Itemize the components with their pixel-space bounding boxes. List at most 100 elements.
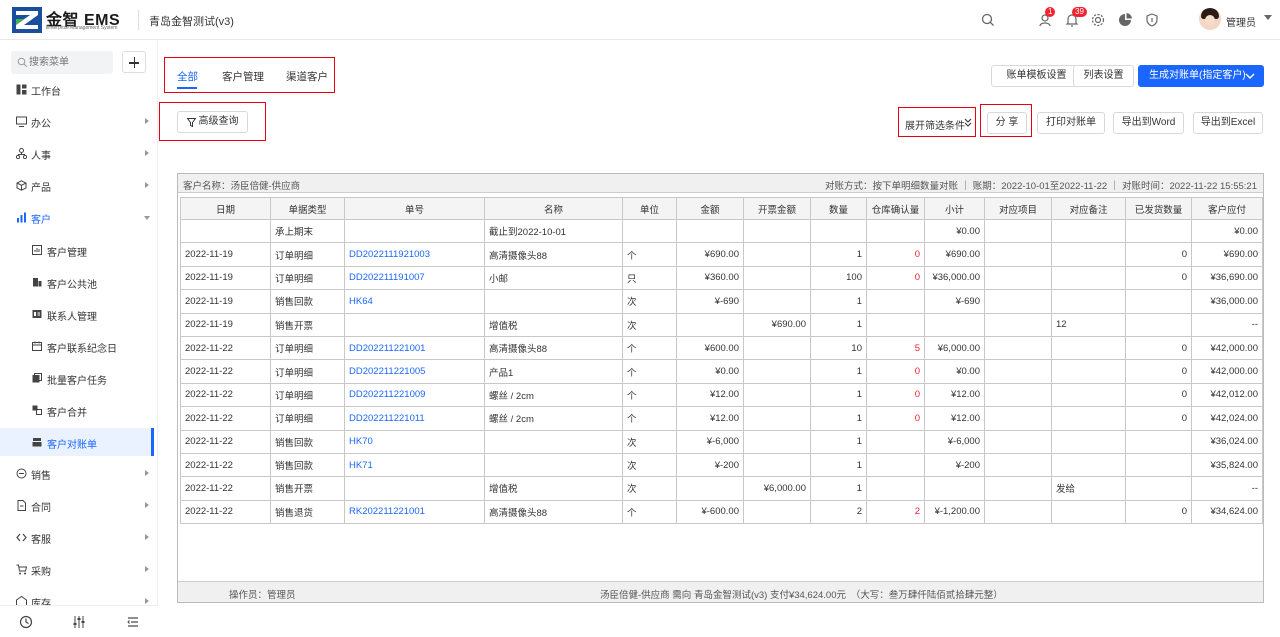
warehouse-icon [16,596,27,605]
order-number-link[interactable]: DD202211221005 [344,359,485,384]
template-settings-button[interactable]: 账单模板设置 [991,65,1082,87]
table-cell: 增值税 [484,476,623,501]
table-cell: ¥690.00 [743,312,811,337]
sidebar-item-label: 库存 [31,599,51,605]
sidebar-item-product[interactable]: 产品 [0,171,154,201]
table-body: 承上期末 截止到2022-10-01 ¥0.00 ¥0.00 2022-11-19 订单明… [180,218,1263,525]
table-cell: ¥690.00 [924,242,985,267]
list-settings-button[interactable]: 列表设置 [1073,65,1134,87]
merge-icon [32,405,42,415]
sidebar-item-sales[interactable]: 销售 [0,459,154,489]
search-icon [17,57,28,68]
add-menu-button[interactable] [122,51,146,73]
notifications-badge: 39 [1072,7,1087,17]
chevron-right-icon [145,598,149,604]
sidebar-item-service[interactable]: 客服 [0,523,154,553]
app-logo[interactable]: 金智 EMS Enterprise Management System [12,6,132,34]
table-cell [984,476,1052,501]
table-cell [866,312,925,337]
sidebar-item-office[interactable]: 办公 [0,107,154,137]
table-cell: 5 [866,335,925,361]
sidebar-item-contract[interactable]: 合同 [0,491,154,521]
sidebar-item-inventory[interactable]: 库存 [0,587,154,605]
table-cell [984,429,1052,454]
order-number-link[interactable]: HK71 [344,452,485,478]
sliders-icon[interactable] [72,615,86,629]
sidebar-subitem-contacts[interactable]: 联系人管理 [0,300,154,328]
table-cell [1051,499,1126,525]
table-cell: 个 [622,499,677,525]
sidebar-item-hr[interactable]: 人事 [0,139,154,169]
share-button[interactable]: 分 享 [987,112,1027,134]
table-cell: 0 [1125,382,1192,408]
order-number-link[interactable]: HK64 [344,289,485,314]
sidebar-item-label: 工作台 [31,87,61,98]
table-row: 2022-11-22 订单明细 DD202211221011 螺丝 / 2cm 个 ¥12… [180,406,1263,431]
sidebar-item-label: 办公 [31,119,51,130]
column-header: 单据类型 [270,197,345,220]
history-icon[interactable] [19,615,33,629]
collapse-menu-icon[interactable] [126,615,140,629]
sidebar-subitem-customer-pool[interactable]: 客户公共池 [0,268,154,296]
export-excel-button[interactable]: 导出到Excel [1193,112,1263,134]
table-cell [984,359,1052,384]
menu-search-input[interactable] [29,54,109,70]
table-row: 2022-11-22 销售回款 HK70 次 ¥-6,000 1 ¥-6,000 ¥36,02… [180,429,1263,454]
generate-statement-button[interactable]: 生成对账单(指定客户) [1138,65,1264,87]
bell-icon[interactable]: 39 [1064,7,1087,28]
table-cell: 次 [622,289,677,314]
table-cell: 0 [866,265,925,291]
user-name[interactable]: 管理员 [1226,14,1256,29]
sidebar-subitem-statement[interactable]: 客户对账单 [0,428,154,456]
sidebar-subitem-anniversary[interactable]: 客户联系纪念日 [0,332,154,360]
shield-icon[interactable] [1144,12,1160,28]
table-cell: ¥-200 [676,452,744,478]
table-cell: ¥-690 [924,289,985,314]
order-number-link[interactable]: DD202211191007 [344,265,485,291]
sidebar-subitem-merge[interactable]: 客户合并 [0,396,154,424]
sidebar-item-label: 客户管理 [47,248,87,259]
table-cell: 高清摄像头88 [484,242,623,267]
order-number-link[interactable]: DD202211221001 [344,335,485,361]
print-statement-button[interactable]: 打印对账单 [1037,112,1105,134]
order-number-link[interactable]: DD2022111921003 [344,242,485,267]
table-cell [984,265,1052,291]
table-row: 2022-11-22 订单明细 DD202211221005 产品1 个 ¥0.00 1 0 ¥… [180,359,1263,384]
expand-filters-link[interactable]: 展开筛选条件 [905,117,965,132]
table-cell: ¥0.00 [924,359,985,384]
top-header: 金智 EMS Enterprise Management System 青岛金智… [0,0,1280,40]
tab-customer-management[interactable]: 客户管理 [222,69,264,84]
avatar[interactable] [1199,8,1221,30]
sidebar-item-dashboard[interactable]: 工作台 [0,75,154,105]
pie-chart-icon[interactable] [1117,12,1133,28]
sidebar-item-customer[interactable]: 客户 [0,203,154,233]
order-number-link[interactable]: DD202211221011 [344,406,485,431]
contacts-icon[interactable]: 1 [1037,7,1056,28]
table-cell: 0 [1125,335,1192,361]
table-cell: 销售退货 [270,499,345,525]
column-header: 对应备注 [1051,197,1126,220]
sidebar-item-purchase[interactable]: 采购 [0,555,154,585]
chevron-down-icon[interactable] [1264,15,1272,20]
search-icon[interactable] [980,12,996,28]
sidebar-subitem-batch-tasks[interactable]: 批量客户任务 [0,364,154,392]
advanced-query-button[interactable]: 高级查询 [177,111,248,133]
column-header: 对应项目 [984,197,1052,220]
tab-all[interactable]: 全部 [177,69,198,84]
order-number-link[interactable]: HK70 [344,429,485,454]
table-cell: 高清摄像头88 [484,499,623,525]
double-chevron-down-icon[interactable] [964,118,972,128]
table-cell [180,218,271,244]
export-word-button[interactable]: 导出到Word [1113,112,1184,134]
order-number-link[interactable]: RK202211221001 [344,499,485,525]
gear-icon[interactable] [1090,12,1106,28]
order-number-link[interactable]: DD202211221009 [344,382,485,408]
table-cell: ¥360.00 [676,265,744,291]
sidebar-subitem-customer-management[interactable]: 客户管理 [0,236,154,264]
table-cell [484,452,623,478]
column-header: 单位 [622,197,677,220]
column-header: 日期 [180,197,271,220]
menu-search[interactable] [11,51,113,74]
table-cell: 10 [810,335,867,361]
tab-channel-customers[interactable]: 渠道客户 [286,69,328,84]
